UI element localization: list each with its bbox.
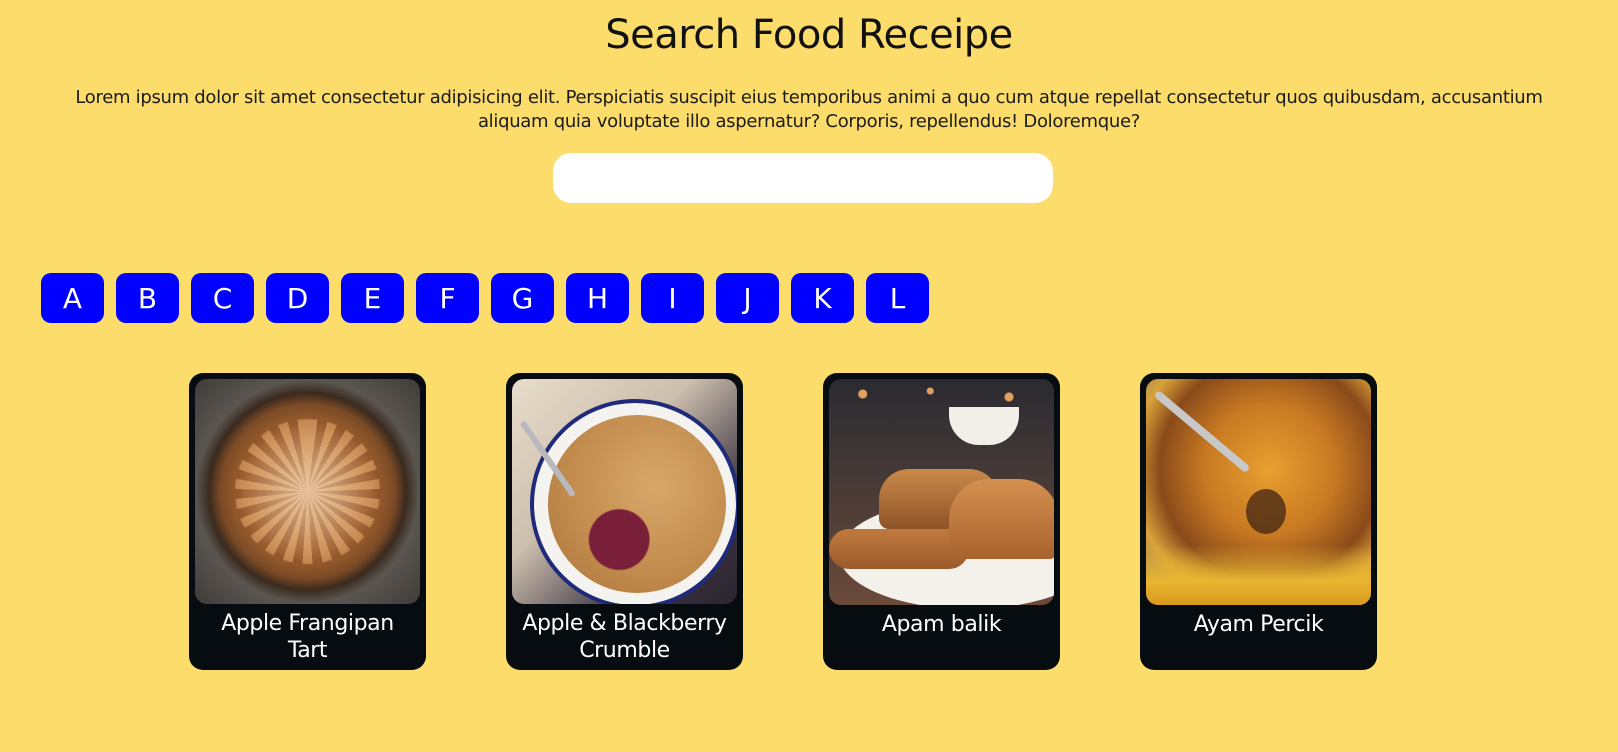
recipe-card[interactable]: Apple Frangipan Tart: [189, 373, 426, 670]
letter-button-j[interactable]: J: [716, 273, 779, 323]
page-title: Search Food Receipe: [605, 12, 1013, 58]
recipe-image-apam: [829, 379, 1054, 605]
letter-button-c[interactable]: C: [191, 273, 254, 323]
letter-button-d[interactable]: D: [266, 273, 329, 323]
letter-button-e[interactable]: E: [341, 273, 404, 323]
letter-button-a[interactable]: A: [41, 273, 104, 323]
recipe-title: Apple Frangipan Tart: [221, 611, 394, 663]
letter-button-f[interactable]: F: [416, 273, 479, 323]
intro-text: Lorem ipsum dolor sit amet consectetur a…: [75, 87, 1543, 132]
recipe-image-tart: [195, 379, 420, 604]
search-input[interactable]: [553, 153, 1053, 203]
letter-button-b[interactable]: B: [116, 273, 179, 323]
recipe-card-list: Apple Frangipan Tart Apple & Blackberry …: [189, 373, 1377, 670]
recipe-image-crumble: [512, 379, 737, 604]
recipe-card[interactable]: Ayam Percik: [1140, 373, 1377, 670]
letter-button-h[interactable]: H: [566, 273, 629, 323]
letter-button-k[interactable]: K: [791, 273, 854, 323]
recipe-card[interactable]: Apam balik: [823, 373, 1060, 670]
letter-button-l[interactable]: L: [866, 273, 929, 323]
letter-filter-bar: A B C D E F G H I J K L: [41, 273, 929, 323]
recipe-card[interactable]: Apple & Blackberry Crumble: [506, 373, 743, 670]
recipe-title: Ayam Percik: [1193, 612, 1324, 637]
letter-button-g[interactable]: G: [491, 273, 554, 323]
recipe-image-ayam: [1146, 379, 1371, 605]
letter-button-i[interactable]: I: [641, 273, 704, 323]
recipe-title: Apam balik: [881, 612, 1002, 637]
recipe-title: Apple & Blackberry Crumble: [522, 611, 727, 663]
